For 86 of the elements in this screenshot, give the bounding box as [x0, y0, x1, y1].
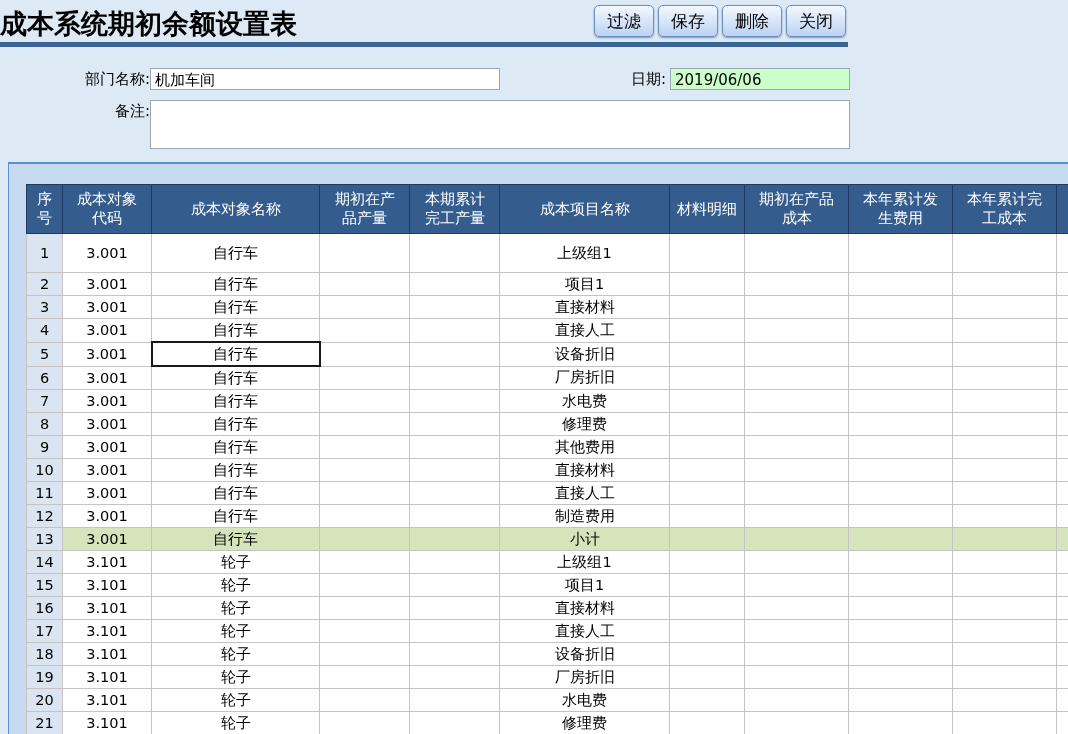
table-cell: 轮子: [151, 688, 320, 712]
table-cell: 水电费: [499, 389, 670, 413]
row-number: 16: [26, 596, 63, 620]
toolbar-button[interactable]: 过滤: [594, 5, 654, 37]
column-header: 序号: [26, 184, 63, 234]
table-cell: 水电费: [499, 688, 670, 712]
table-cell: 其他费用: [499, 435, 670, 459]
row-number: 14: [26, 550, 63, 574]
table-cell: 轮子: [151, 573, 320, 597]
table-cell: 厂房折旧: [499, 366, 670, 390]
row-number: 15: [26, 573, 63, 597]
table-cell: 自行车: [151, 233, 320, 273]
table-cell: 小计: [499, 527, 670, 551]
table-cell: 轮子: [151, 619, 320, 643]
row-number: 11: [26, 481, 63, 505]
department-field[interactable]: 机加车间: [150, 68, 500, 90]
row-number: 9: [26, 435, 63, 459]
row-number: 18: [26, 642, 63, 666]
table-cell: 自行车: [151, 366, 320, 390]
table-cell: 修理费: [499, 412, 670, 436]
row-number: 3: [26, 295, 63, 319]
table-cell: 自行车: [151, 318, 320, 342]
table-cell: 自行车: [151, 342, 320, 366]
table-cell: 自行车: [151, 527, 320, 551]
table-cell: 自行车: [151, 412, 320, 436]
column-header: 成本对象代码: [62, 184, 152, 234]
table-cell: 轮子: [151, 550, 320, 574]
date-field[interactable]: 2019/06/06: [670, 68, 850, 90]
table-cell: 厂房折旧: [499, 665, 670, 689]
table-cell: 轮子: [151, 711, 320, 734]
table-cell: 直接人工: [499, 318, 670, 342]
toolbar-button[interactable]: 保存: [658, 5, 718, 37]
table-cell: 上级组1: [499, 550, 670, 574]
row-number: 10: [26, 458, 63, 482]
row-number: 21: [26, 711, 63, 734]
table-cell: 自行车: [151, 435, 320, 459]
row-number: 13: [26, 527, 63, 551]
column-header: 材料明细: [669, 184, 745, 234]
toolbar-button[interactable]: 删除: [722, 5, 782, 37]
table-cell: 制造费用: [499, 504, 670, 528]
table-cell: 上级组1: [499, 233, 670, 273]
page-title: 成本系统期初余额设置表: [0, 7, 298, 41]
table-cell: 自行车: [151, 389, 320, 413]
column-header: 期初在产品成本: [744, 184, 849, 234]
table-cell: 自行车: [151, 272, 320, 296]
table-cell: 轮子: [151, 642, 320, 666]
table-cell: 修理费: [499, 711, 670, 734]
table-cell: 自行车: [151, 295, 320, 319]
table-cell: 项目1: [499, 272, 670, 296]
row-number: 7: [26, 389, 63, 413]
table-cell: 3.001: [62, 342, 152, 366]
row-number: 5: [26, 342, 63, 366]
remark-field[interactable]: [150, 100, 850, 149]
table-cell: 轮子: [151, 665, 320, 689]
row-number: 12: [26, 504, 63, 528]
row-number: 6: [26, 366, 63, 390]
table-cell: 设备折旧: [499, 642, 670, 666]
table-cell: 直接人工: [499, 619, 670, 643]
field-label: 备注:: [113, 101, 150, 121]
row-number: 17: [26, 619, 63, 643]
table-cell: 直接材料: [499, 295, 670, 319]
column-header: 本期累计完工产量: [409, 184, 500, 234]
table-cell: 项目1: [499, 573, 670, 597]
table-cell: 自行车: [151, 481, 320, 505]
column-header: 成本项目名称: [499, 184, 670, 234]
toolbar-button[interactable]: 关闭: [786, 5, 846, 37]
row-number: 2: [26, 272, 63, 296]
field-label: 部门名称:: [83, 69, 150, 89]
table-cell: 直接材料: [499, 596, 670, 620]
column-header: 本年累计完工成本: [952, 184, 1057, 234]
table-cell: 3.001: [62, 233, 152, 273]
row-number: 1: [26, 233, 63, 273]
table-cell: 直接材料: [499, 458, 670, 482]
column-header: 本年累计发生费用: [848, 184, 953, 234]
table-cell: 轮子: [151, 596, 320, 620]
table-cell: 自行车: [151, 504, 320, 528]
row-number: 8: [26, 412, 63, 436]
column-header: 成本对象名称: [151, 184, 320, 234]
table-cell: 自行车: [151, 458, 320, 482]
table-cell: 直接人工: [499, 481, 670, 505]
row-number: 19: [26, 665, 63, 689]
row-number: 20: [26, 688, 63, 712]
column-header: 期初在产品产量: [319, 184, 410, 234]
field-label: 日期:: [629, 69, 667, 89]
row-number: 4: [26, 318, 63, 342]
table-cell: 设备折旧: [499, 342, 670, 366]
